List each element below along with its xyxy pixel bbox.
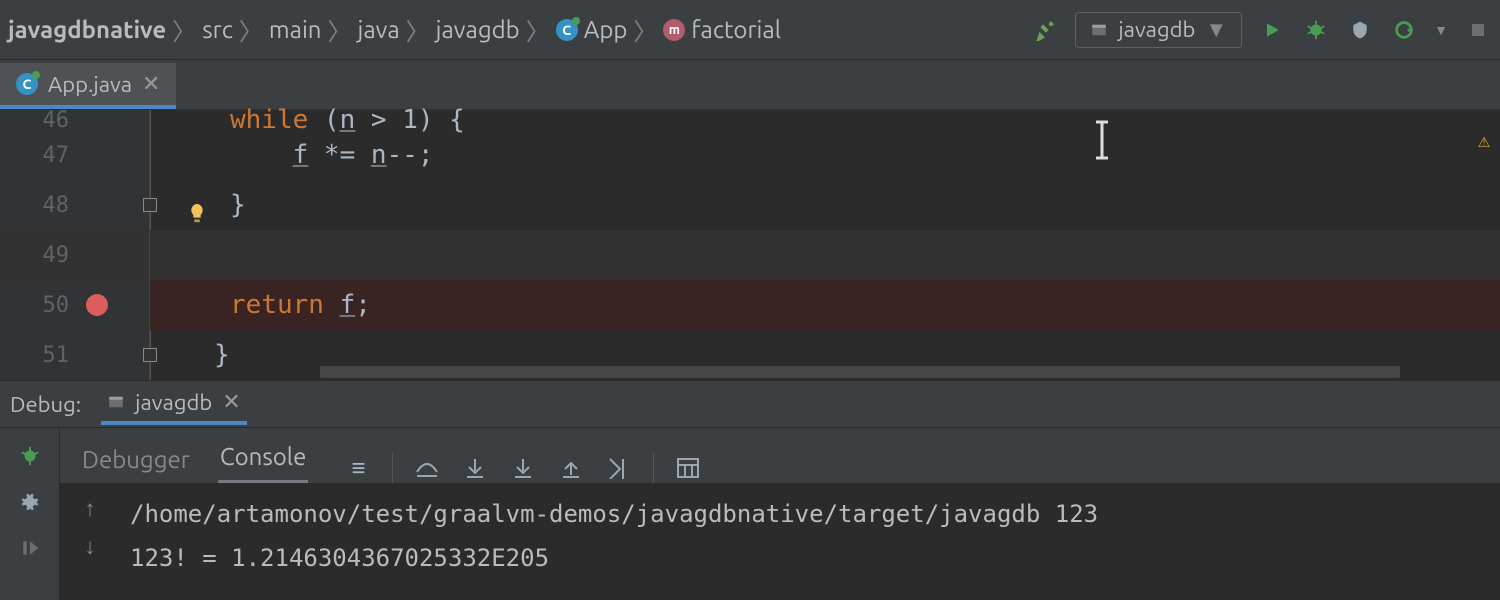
- editor-tab-label: App.java: [48, 72, 132, 97]
- debug-session-label: javagdb: [135, 390, 212, 415]
- more-icon[interactable]: ≡: [344, 454, 372, 482]
- editor-tab-app[interactable]: C App.java ✕: [0, 63, 176, 109]
- breadcrumb-method-label: factorial: [691, 16, 781, 43]
- chevron-right-icon: 〉: [172, 12, 196, 47]
- breadcrumb-root[interactable]: javagdbnative: [8, 16, 166, 43]
- code-line[interactable]: while (n > 1) {: [150, 110, 1500, 130]
- coverage-button[interactable]: [1346, 16, 1374, 44]
- gutter-line[interactable]: 51: [0, 330, 149, 380]
- chevron-down-icon[interactable]: ▼: [1434, 22, 1448, 38]
- gutter-line[interactable]: 48: [0, 180, 149, 230]
- tab-debugger[interactable]: Debugger: [80, 436, 192, 483]
- debug-toolwindow: Debugger Console ≡ ↑ ↓ /home/artamonov/t…: [0, 428, 1500, 600]
- code-area[interactable]: while (n > 1) { f *= n--; } return f; } …: [150, 110, 1500, 380]
- scroll-up-icon[interactable]: ↑: [85, 496, 96, 522]
- warning-icon[interactable]: ⚠: [1478, 128, 1490, 152]
- line-number: 51: [43, 343, 70, 368]
- method-icon: m: [663, 19, 685, 41]
- debug-tabs: Debugger Console ≡: [60, 428, 1500, 484]
- console-line: /home/artamonov/test/graalvm-demos/javag…: [130, 492, 1490, 536]
- settings-icon[interactable]: [16, 488, 44, 516]
- application-icon: [1090, 21, 1108, 39]
- code-line[interactable]: }: [150, 180, 1500, 230]
- separator: [392, 453, 393, 483]
- toolbar-actions: javagdb ▼ ▼: [1031, 12, 1492, 48]
- run-to-cursor-icon[interactable]: [605, 454, 633, 482]
- chevron-down-icon: ▼: [1205, 17, 1227, 43]
- class-icon: C: [556, 19, 578, 41]
- breadcrumb-java[interactable]: java: [357, 16, 399, 43]
- debug-title: Debug:: [10, 392, 81, 417]
- navigation-bar: javagdbnative 〉 src 〉 main 〉 java 〉 java…: [0, 0, 1500, 60]
- line-number: 49: [43, 243, 70, 268]
- chevron-right-icon: 〉: [633, 12, 657, 47]
- step-out-icon[interactable]: [557, 454, 585, 482]
- breadcrumb: javagdbnative 〉 src 〉 main 〉 java 〉 java…: [8, 12, 1031, 47]
- breadcrumb-class[interactable]: C App: [556, 16, 628, 43]
- code-line[interactable]: [150, 230, 1500, 280]
- editor-gutter[interactable]: 46 47 48 49 50 51: [0, 110, 150, 380]
- chevron-right-icon: 〉: [327, 12, 351, 47]
- gutter-line[interactable]: 50: [0, 280, 149, 330]
- console-line: 123! = 1.2146304367025332E205: [130, 536, 1490, 580]
- breadcrumb-class-label: App: [584, 16, 628, 43]
- breadcrumb-main[interactable]: main: [269, 16, 322, 43]
- run-configuration-selector[interactable]: javagdb ▼: [1075, 12, 1242, 48]
- gutter-line[interactable]: 49: [0, 230, 149, 280]
- code-line[interactable]: f *= n--;: [150, 130, 1500, 180]
- chevron-right-icon: 〉: [526, 12, 550, 47]
- step-over-icon[interactable]: [413, 454, 441, 482]
- breadcrumb-package[interactable]: javagdb: [436, 16, 520, 43]
- run-button[interactable]: [1258, 16, 1286, 44]
- tab-console[interactable]: Console: [218, 433, 308, 483]
- gutter-line[interactable]: 46: [0, 110, 149, 130]
- close-icon[interactable]: ✕: [222, 389, 240, 415]
- chevron-right-icon: 〉: [406, 12, 430, 47]
- breadcrumb-src[interactable]: src: [202, 16, 233, 43]
- class-icon: C: [16, 73, 38, 95]
- force-step-into-icon[interactable]: [509, 454, 537, 482]
- debug-button[interactable]: [1302, 16, 1330, 44]
- editor-tab-bar: C App.java ✕: [0, 60, 1500, 110]
- gutter-line[interactable]: 47: [0, 130, 149, 180]
- application-icon: [107, 393, 125, 411]
- breakpoint-icon[interactable]: [86, 294, 108, 316]
- code-editor[interactable]: 46 47 48 49 50 51 while (n > 1) { f *= n…: [0, 110, 1500, 380]
- scroll-down-icon[interactable]: ↓: [85, 534, 96, 560]
- debug-main: Debugger Console ≡ ↑ ↓ /home/artamonov/t…: [60, 428, 1500, 600]
- run-config-label: javagdb: [1118, 17, 1195, 42]
- line-number: 48: [43, 193, 70, 218]
- line-number: 46: [43, 108, 70, 133]
- stop-button[interactable]: [1464, 16, 1492, 44]
- debug-session-tab[interactable]: javagdb ✕: [101, 383, 246, 425]
- text-cursor-icon: [1090, 120, 1114, 167]
- console-panel: ↑ ↓ /home/artamonov/test/graalvm-demos/j…: [60, 484, 1500, 600]
- debug-toolwindow-header: Debug: javagdb ✕: [0, 380, 1500, 428]
- code-line[interactable]: return f;: [150, 280, 1500, 330]
- rerun-debug-icon[interactable]: [16, 442, 44, 470]
- breadcrumb-method[interactable]: m factorial: [663, 16, 781, 43]
- close-icon[interactable]: ✕: [142, 71, 160, 97]
- debug-side-toolbar: [0, 428, 60, 600]
- console-output[interactable]: /home/artamonov/test/graalvm-demos/javag…: [120, 484, 1500, 600]
- build-icon[interactable]: [1031, 16, 1059, 44]
- separator: [653, 453, 654, 483]
- resume-icon[interactable]: [16, 534, 44, 562]
- debug-step-toolbar: ≡: [344, 453, 702, 483]
- line-number: 50: [43, 293, 70, 318]
- evaluate-expression-icon[interactable]: [674, 454, 702, 482]
- profile-button[interactable]: [1390, 16, 1418, 44]
- horizontal-scrollbar[interactable]: [320, 366, 1400, 378]
- chevron-right-icon: 〉: [239, 12, 263, 47]
- console-gutter: ↑ ↓: [60, 484, 120, 600]
- step-into-icon[interactable]: [461, 454, 489, 482]
- line-number: 47: [43, 143, 70, 168]
